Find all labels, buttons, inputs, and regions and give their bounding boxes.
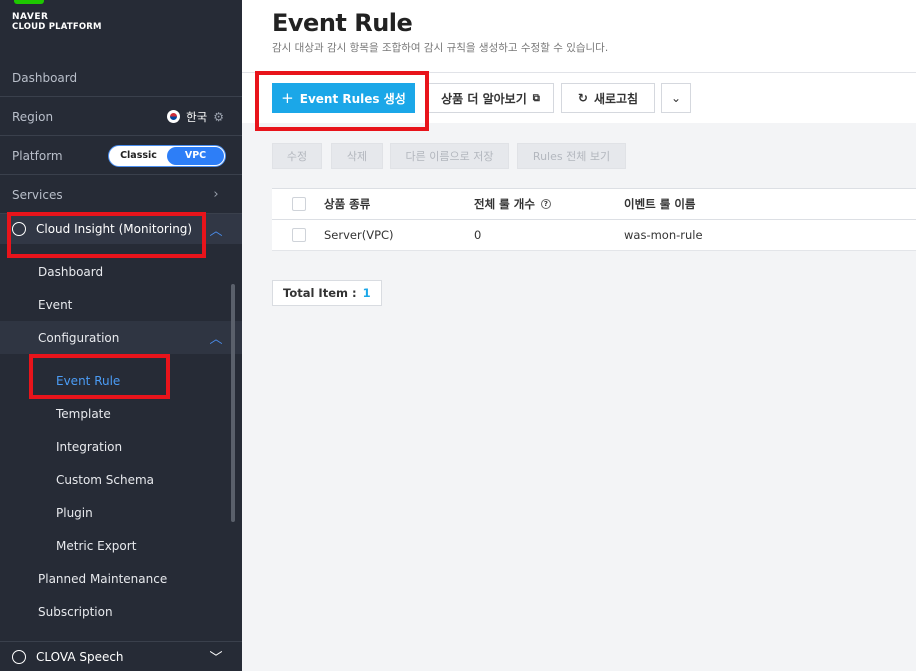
total-items-badge: Total Item : 1: [272, 280, 382, 306]
sidebar-item-label: Planned Maintenance: [38, 571, 168, 586]
plus-icon: +: [281, 89, 294, 107]
naver-cloud-logo[interactable]: NAVER CLOUD PLATFORM: [12, 0, 172, 38]
sidebar-item-plugin[interactable]: Plugin: [0, 496, 242, 529]
learn-more-label: 상품 더 알아보기: [441, 91, 527, 106]
column-header-rule-count[interactable]: 전체 룰 개수 ?: [474, 189, 551, 219]
sidebar-item-label: Configuration: [38, 330, 120, 345]
platform-label: Platform: [12, 148, 63, 163]
table-header: 상품 종류 전체 룰 개수 ? 이벤트 룰 이름: [272, 188, 916, 220]
column-header-label: 전체 룰 개수: [474, 197, 535, 211]
sidebar-item-planned-maintenance[interactable]: Planned Maintenance: [0, 562, 242, 595]
clova-speech-icon: [12, 649, 26, 664]
delete-button[interactable]: 삭제: [331, 143, 383, 169]
region-label: Region: [12, 109, 54, 124]
create-button-label: Event Rules 생성: [299, 91, 406, 106]
sidebar-item-ci-dashboard[interactable]: Dashboard: [0, 255, 242, 288]
page-header: Event Rule 감시 대상과 감시 항목을 조합하여 감시 규칙을 생성하…: [242, 0, 916, 73]
refresh-icon: ↻: [577, 91, 588, 105]
edit-button[interactable]: 수정: [272, 143, 322, 169]
sidebar-item-label: Metric Export: [56, 538, 137, 553]
sidebar-item-dashboard[interactable]: Dashboard: [0, 59, 242, 97]
sidebar-item-label: Dashboard: [38, 264, 104, 279]
sidebar-item-label: Subscription: [38, 604, 113, 619]
platform-toggle[interactable]: Classic VPC: [108, 144, 226, 167]
toolbar: + Event Rules 생성 상품 더 알아보기 ⧉ ↻ 새로고침 ⌄: [242, 73, 916, 123]
sidebar-item-metric-export[interactable]: Metric Export: [0, 529, 242, 562]
sidebar-item-label: Integration: [56, 439, 123, 454]
sidebar-item-template[interactable]: Template: [0, 397, 242, 430]
create-event-rule-button[interactable]: + Event Rules 생성: [272, 83, 415, 113]
sidebar-item-label: Services: [12, 187, 63, 202]
gear-icon[interactable]: ⚙: [213, 110, 224, 124]
refresh-label: 새로고침: [593, 91, 639, 106]
chevron-down-icon: ﹀: [209, 651, 223, 666]
sidebar-item-label: Template: [56, 406, 111, 421]
sidebar-item-label: Cloud Insight (Monitoring): [36, 222, 193, 236]
sidebar-item-clova-speech[interactable]: CLOVA Speech ﹀: [0, 641, 242, 671]
cell-product: Server(VPC): [324, 228, 394, 242]
sidebar-item-services[interactable]: Services ›: [0, 176, 242, 214]
sidebar-item-label: Event: [38, 297, 73, 312]
total-count: 1: [362, 286, 371, 300]
main-area: Event Rule 감시 대상과 감시 항목을 조합하여 감시 규칙을 생성하…: [242, 0, 916, 671]
sidebar-item-custom-schema[interactable]: Custom Schema: [0, 463, 242, 496]
region-selector[interactable]: Region 한국 ⚙: [0, 98, 242, 136]
page-title: Event Rule: [272, 9, 413, 37]
sidebar-item-label: Plugin: [56, 505, 93, 520]
sidebar-item-event-rule[interactable]: Event Rule: [0, 364, 242, 397]
external-link-icon: ⧉: [532, 92, 540, 104]
content-area: 수정 삭제 다른 이름으로 저장 Rules 전체 보기 상품 종류 전체 룰 …: [242, 123, 916, 671]
sidebar-item-label: Custom Schema: [56, 472, 155, 487]
column-header-rule-name[interactable]: 이벤트 룰 이름: [624, 189, 696, 219]
chevron-up-icon: ︿: [209, 332, 223, 347]
table-row[interactable]: Server(VPC) 0 was-mon-rule: [272, 220, 916, 251]
sidebar-item-label: Dashboard: [12, 70, 78, 85]
platform-option-vpc[interactable]: VPC: [167, 146, 224, 165]
help-icon[interactable]: ?: [540, 199, 551, 209]
cell-rule-count: 0: [474, 228, 482, 242]
korea-flag-icon: [167, 110, 181, 123]
sidebar-item-subscription[interactable]: Subscription: [0, 595, 242, 628]
cell-rule-name: was-mon-rule: [624, 228, 703, 242]
chevron-up-icon: ︿: [209, 223, 223, 239]
sidebar: NAVER CLOUD PLATFORM Dashboard Region 한국…: [0, 0, 242, 671]
rules-table: 상품 종류 전체 룰 개수 ? 이벤트 룰 이름 Server(VPC) 0 w…: [272, 188, 916, 251]
chevron-down-icon: ⌄: [670, 91, 682, 105]
column-header-product[interactable]: 상품 종류: [324, 189, 370, 219]
learn-more-button[interactable]: 상품 더 알아보기 ⧉: [427, 83, 554, 113]
platform-option-classic[interactable]: Classic: [110, 147, 167, 165]
region-value: 한국: [186, 109, 208, 124]
more-dropdown-button[interactable]: ⌄: [661, 83, 691, 113]
row-checkbox[interactable]: [292, 228, 306, 242]
page-description: 감시 대상과 감시 항목을 조합하여 감시 규칙을 생성하고 수정할 수 있습니…: [272, 42, 609, 54]
sidebar-scrollbar[interactable]: [231, 284, 235, 522]
select-all-checkbox[interactable]: [292, 197, 306, 211]
view-all-rules-button[interactable]: Rules 전체 보기: [517, 143, 626, 169]
cloud-insight-icon: [12, 222, 26, 236]
logo-mark: [14, 0, 44, 4]
logo-brand: NAVER: [12, 12, 49, 22]
sidebar-item-event[interactable]: Event: [0, 288, 242, 321]
sidebar-item-label: CLOVA Speech: [36, 649, 124, 664]
sidebar-item-configuration[interactable]: Configuration ︿: [0, 321, 242, 354]
total-label: Total Item :: [283, 286, 357, 300]
sidebar-item-label: Event Rule: [56, 373, 121, 388]
platform-row: Platform Classic VPC: [0, 137, 242, 175]
logo-product: CLOUD PLATFORM: [12, 22, 102, 32]
chevron-right-icon: ›: [213, 187, 219, 202]
save-as-button[interactable]: 다른 이름으로 저장: [390, 143, 509, 169]
sidebar-item-integration[interactable]: Integration: [0, 430, 242, 463]
sidebar-item-cloud-insight[interactable]: Cloud Insight (Monitoring) ︿: [0, 214, 242, 244]
refresh-button[interactable]: ↻ 새로고침: [561, 83, 655, 113]
